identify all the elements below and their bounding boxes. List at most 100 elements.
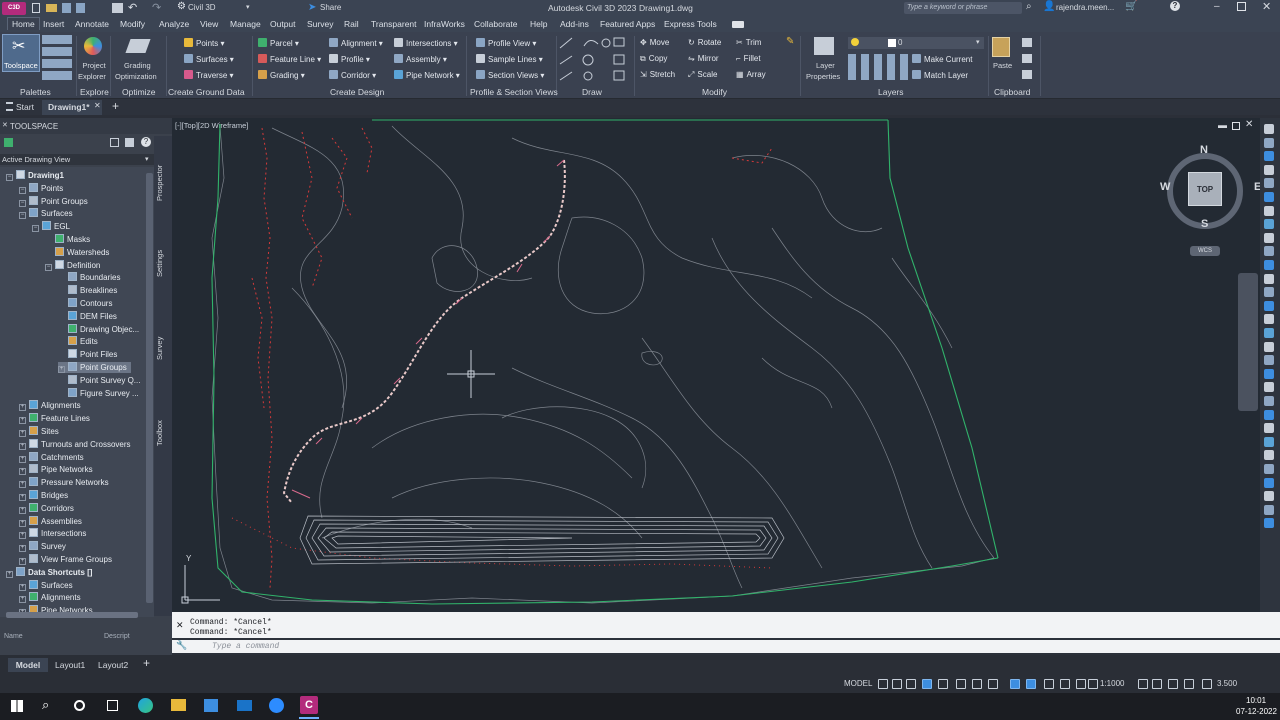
tree-item-survey[interactable]: + Survey xyxy=(19,541,66,553)
grading-optimization-label[interactable]: Grading xyxy=(124,61,151,70)
ribbon-tab-featured-apps[interactable]: Featured Apps xyxy=(600,19,655,29)
draw-tools-icons[interactable] xyxy=(558,36,630,82)
store-icon[interactable] xyxy=(204,699,218,712)
tree-item-breaklines[interactable]: +Breaklines xyxy=(58,285,117,296)
tree-item-masks[interactable]: −Masks xyxy=(45,234,90,245)
side-tool-icon[interactable] xyxy=(1264,436,1274,447)
ribbon-tab-insert[interactable]: Insert xyxy=(43,19,64,29)
profile-section-views-button[interactable]: Section Views ▾ xyxy=(476,70,544,80)
side-tool-icon[interactable] xyxy=(1264,314,1274,325)
expand-icon[interactable]: + xyxy=(19,558,26,565)
tree-item-figure-survey[interactable]: +Figure Survey ... xyxy=(58,387,139,399)
ribbon-group-optimize[interactable]: Optimize xyxy=(122,87,156,97)
toolspace-toolbar-icon-2[interactable] xyxy=(110,138,119,147)
side-tool-icon[interactable] xyxy=(1264,396,1274,406)
project-explorer-label-2[interactable]: Explorer xyxy=(78,72,106,81)
ground-points-button[interactable]: Points ▾ xyxy=(184,38,224,48)
ribbon-group-create-ground[interactable]: Create Ground Data xyxy=(168,87,245,97)
paste-icon[interactable] xyxy=(992,37,1010,57)
expand-icon[interactable]: + xyxy=(19,481,26,489)
expand-icon[interactable]: − xyxy=(19,199,26,207)
toolspace-toolbar-icon-3[interactable] xyxy=(125,138,134,147)
modify-mirror-button[interactable]: ⇋ Mirror xyxy=(688,54,719,63)
tree-item-points[interactable]: − Points xyxy=(19,182,63,194)
expand-icon[interactable]: + xyxy=(19,417,26,425)
tree-item-drawing1[interactable]: − Drawing1 xyxy=(6,170,64,181)
viewcube-west[interactable]: W xyxy=(1160,181,1170,193)
tab-close-icon[interactable]: ✕ xyxy=(94,101,101,110)
tree-item-catchments[interactable]: + Catchments xyxy=(19,451,84,463)
viewport-close-icon[interactable]: ✕ xyxy=(1245,119,1253,130)
annotation-scale[interactable]: 1:1000 xyxy=(1100,679,1124,688)
tree-item-edits[interactable]: +Edits xyxy=(58,336,98,347)
profile-sample-lines-button[interactable]: Sample Lines ▾ xyxy=(476,54,543,64)
status-toggle-icon[interactable] xyxy=(1202,679,1212,689)
modify-fillet-button[interactable]: ⌐ Fillet xyxy=(736,54,761,63)
status-toggle-icon[interactable] xyxy=(1044,679,1054,689)
undo-icon[interactable]: ↶ xyxy=(128,1,137,14)
new-tab-icon[interactable]: + xyxy=(112,99,119,113)
tree-item-intersections[interactable]: + Intersections xyxy=(19,528,86,540)
ribbon-tab-modify[interactable]: Modify xyxy=(120,19,145,29)
viewport-minimize-icon[interactable]: ▬ xyxy=(1218,120,1227,130)
tree-item-point-files[interactable]: +Point Files xyxy=(58,349,117,360)
tree-item-bridges[interactable]: + Bridges xyxy=(19,490,68,501)
tree-hscrollbar[interactable] xyxy=(6,612,138,618)
layer-properties-label-2[interactable]: Properties xyxy=(806,72,840,81)
tab-model[interactable]: Model xyxy=(8,658,48,672)
ground-traverse-button[interactable]: Traverse ▾ xyxy=(184,70,234,80)
maximize-icon[interactable] xyxy=(1237,2,1246,11)
status-value[interactable]: 3.500 xyxy=(1217,679,1237,688)
design-corridor-button[interactable]: Corridor ▾ xyxy=(329,70,376,80)
open-icon[interactable] xyxy=(46,4,57,12)
app-badge[interactable]: C3D xyxy=(2,2,26,15)
ribbon-tab-annotate[interactable]: Annotate xyxy=(75,19,109,29)
side-tool-icon[interactable] xyxy=(1264,164,1274,175)
pencil-icon[interactable]: ✎ xyxy=(786,36,794,47)
close-icon[interactable]: ✕ xyxy=(1262,0,1271,13)
navigation-bar[interactable] xyxy=(1238,273,1258,411)
tree-item-point-groups[interactable]: + Point Groups xyxy=(58,362,131,373)
layer-properties-icon[interactable] xyxy=(814,37,834,55)
zoom-icon[interactable] xyxy=(269,698,284,713)
side-tool-icon[interactable] xyxy=(1264,232,1274,243)
command-input-bar[interactable] xyxy=(172,640,1280,653)
layer-tools-icons[interactable] xyxy=(848,54,908,80)
ribbon-group-explore[interactable]: Explore xyxy=(80,87,109,97)
side-tool-icon[interactable] xyxy=(1264,219,1274,230)
tree-item-surfaces[interactable]: − Surfaces xyxy=(19,208,73,220)
tree-item-surfaces[interactable]: + Surfaces xyxy=(19,579,73,591)
workspace-gear-icon[interactable]: ⚙ xyxy=(177,1,186,12)
share-button[interactable]: Share xyxy=(320,3,341,12)
side-tool-icon[interactable] xyxy=(1264,368,1274,379)
side-tool-icon[interactable] xyxy=(1264,178,1274,189)
expand-icon[interactable]: + xyxy=(19,430,26,437)
layer-properties-label[interactable]: Layer xyxy=(816,61,835,70)
side-tool-icon[interactable] xyxy=(1264,205,1274,216)
list-header-description[interactable]: Descript xyxy=(104,633,130,640)
side-tool-icon[interactable] xyxy=(1264,328,1274,338)
tree-item-pressure-networks[interactable]: + Pressure Networks xyxy=(19,477,109,489)
side-tool-icon[interactable] xyxy=(1264,192,1274,202)
ribbon-group-clipboard[interactable]: Clipboard xyxy=(994,87,1030,97)
workspace-select[interactable]: Civil 3D xyxy=(188,3,244,14)
side-tool-icon[interactable] xyxy=(1264,300,1274,311)
user-icon[interactable]: 👤 xyxy=(1043,1,1055,12)
side-tool-icon[interactable] xyxy=(1264,355,1274,366)
side-tab-survey[interactable]: Survey xyxy=(155,328,171,368)
project-explorer-icon[interactable] xyxy=(84,37,102,55)
status-toggle-icon[interactable] xyxy=(988,679,998,689)
status-toggle-icon[interactable] xyxy=(972,679,982,689)
design-assembly-button[interactable]: Assembly ▾ xyxy=(394,54,447,64)
clipboard-small-icons[interactable] xyxy=(1022,38,1032,80)
file-explorer-icon[interactable] xyxy=(171,699,186,711)
mail-icon[interactable] xyxy=(237,700,252,711)
viewcube-top[interactable]: TOP xyxy=(1188,172,1222,206)
ribbon-tab-output[interactable]: Output xyxy=(270,19,296,29)
status-toggle-icon[interactable] xyxy=(956,679,966,689)
side-tool-icon[interactable] xyxy=(1264,450,1274,461)
side-tool-icon[interactable] xyxy=(1264,477,1274,488)
status-toggle-icon[interactable] xyxy=(922,679,932,689)
tree-item-boundaries[interactable]: +Boundaries xyxy=(58,272,120,283)
ribbon-group-layers[interactable]: Layers xyxy=(878,87,904,97)
